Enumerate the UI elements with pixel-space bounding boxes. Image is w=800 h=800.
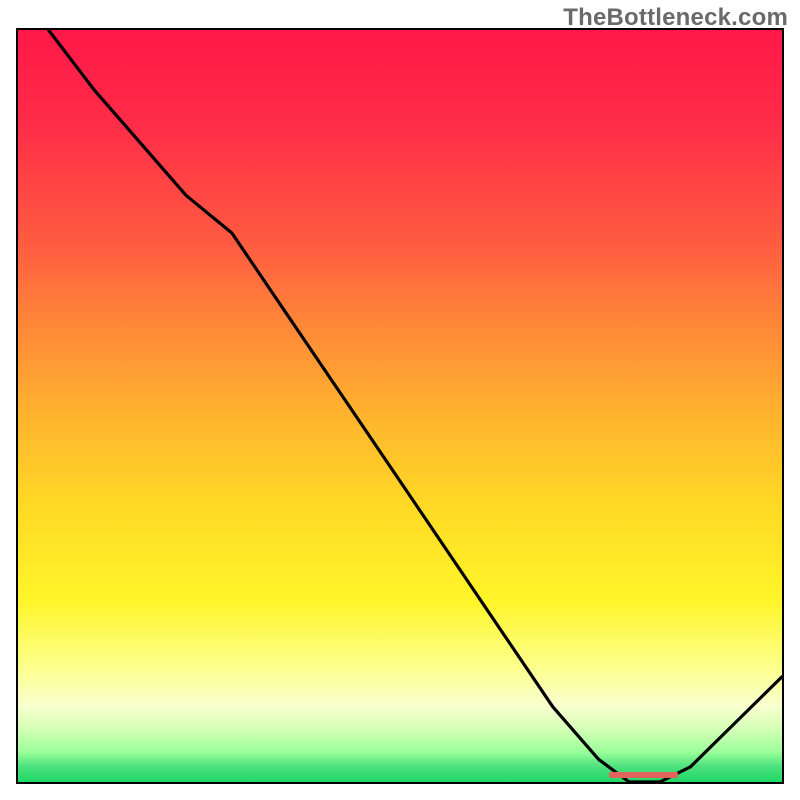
chart-svg [18,30,782,782]
chart-stage: TheBottleneck.com [0,0,800,800]
curve-line [49,30,782,782]
plot-area [16,28,784,784]
sweet-spot-marker [609,772,678,778]
